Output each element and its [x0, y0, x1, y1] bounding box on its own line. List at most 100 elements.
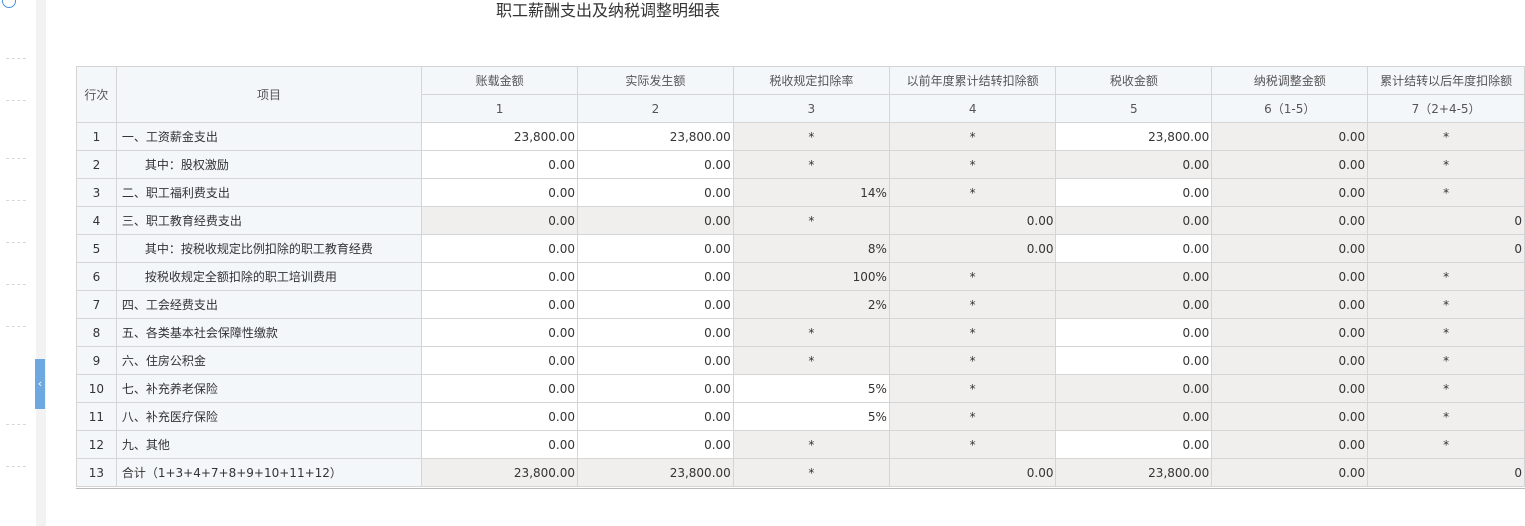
table-cell: * — [1367, 262, 1525, 291]
table-cell: 2% — [732, 290, 890, 319]
table-cell[interactable]: 0.00 — [421, 290, 578, 319]
table-cell[interactable]: 0.00 — [1055, 318, 1213, 347]
table-cell[interactable]: 23,800.00 — [421, 122, 578, 151]
row-number: 7 — [76, 290, 117, 319]
table-cell: * — [1367, 402, 1525, 431]
table-cell: 0.00 — [1055, 290, 1213, 319]
header-index: 7（2+4-5） — [1367, 94, 1525, 123]
row-number: 2 — [76, 150, 117, 179]
nav-icon[interactable] — [2, 0, 16, 8]
nav-separator — [6, 284, 26, 285]
table-cell[interactable]: 0.00 — [577, 402, 734, 431]
table-cell: 0.00 — [1211, 178, 1369, 207]
table-cell: 0.00 — [577, 206, 734, 235]
table-cell: 0 — [1367, 458, 1525, 487]
table-cell: * — [888, 122, 1057, 151]
table-cell[interactable]: 0.00 — [577, 430, 734, 459]
table-cell[interactable]: 5% — [732, 402, 890, 431]
row-number: 11 — [76, 402, 117, 431]
table-cell: 0.00 — [1211, 402, 1369, 431]
table-cell: * — [1367, 346, 1525, 375]
table-cell[interactable]: 0.00 — [1055, 178, 1213, 207]
table-cell: 0.00 — [1055, 374, 1213, 403]
table-cell[interactable]: 0.00 — [421, 150, 578, 179]
header-index: 3 — [732, 94, 890, 123]
table-cell[interactable]: 0.00 — [1055, 234, 1213, 263]
table-container[interactable]: 行次 项目 账载金额 实际发生额 税收规定扣除率 以前年度累计结转扣除额 税收金… — [76, 66, 1525, 489]
table-cell[interactable]: 0.00 — [421, 374, 578, 403]
table-cell: * — [1367, 430, 1525, 459]
table-cell: * — [888, 150, 1057, 179]
table-cell[interactable]: 0.00 — [421, 318, 578, 347]
table-cell[interactable]: 0.00 — [577, 150, 734, 179]
header-actual-amount: 实际发生额 — [577, 66, 734, 95]
table-cell[interactable]: 0.00 — [421, 178, 578, 207]
table-cell: * — [888, 346, 1057, 375]
table-cell[interactable]: 0.00 — [421, 234, 578, 263]
nav-separator — [6, 100, 26, 101]
table-cell[interactable]: 23,800.00 — [1055, 122, 1213, 151]
sidebar-border — [36, 0, 46, 526]
row-number: 9 — [76, 346, 117, 375]
table-cell[interactable]: 0.00 — [577, 234, 734, 263]
table-cell[interactable]: 0.00 — [421, 402, 578, 431]
table-cell: * — [732, 458, 890, 487]
collapse-sidebar-button[interactable]: ‹ — [35, 359, 45, 409]
table-cell[interactable]: 0.00 — [577, 374, 734, 403]
table-cell: 0 — [1367, 234, 1525, 263]
table-cell: 0.00 — [888, 206, 1057, 235]
table-row: 1 一、工资薪金支出 23,800.00 23,800.00 * * 23,800.00 0.… — [76, 122, 1525, 151]
table-cell: 23,800.00 — [577, 458, 734, 487]
table-cell: 0.00 — [1211, 318, 1369, 347]
row-item-label: 九、其他 — [115, 430, 423, 459]
table-cell[interactable]: 0.00 — [421, 346, 578, 375]
row-item-label: 五、各类基本社会保障性缴款 — [115, 318, 423, 347]
table-cell: 0.00 — [1211, 458, 1369, 487]
table-cell: * — [1367, 318, 1525, 347]
table-cell: 0.00 — [1211, 234, 1369, 263]
row-item-label: 三、职工教育经费支出 — [115, 206, 423, 235]
table-cell: 0.00 — [421, 206, 578, 235]
table-cell: 0.00 — [1211, 206, 1369, 235]
table-row: 12 九、其他 0.00 0.00 * * 0.00 0.00 * — [76, 430, 1525, 459]
table-cell[interactable]: 23,800.00 — [577, 122, 734, 151]
table-cell: * — [732, 346, 890, 375]
header-row-number: 行次 — [76, 66, 117, 123]
row-item-label: 合计（1+3+4+7+8+9+10+11+12） — [115, 458, 423, 487]
table-cell: * — [888, 402, 1057, 431]
table-cell[interactable]: 0.00 — [577, 318, 734, 347]
table-cell[interactable]: 0.00 — [577, 290, 734, 319]
table-row: 5 其中：按税收规定比例扣除的职工教育经费 0.00 0.00 8% 0.00 0.00 0.… — [76, 234, 1525, 263]
row-item-label: 八、补充医疗保险 — [115, 402, 423, 431]
table-cell: 0.00 — [888, 458, 1057, 487]
row-item-label: 七、补充养老保险 — [115, 374, 423, 403]
nav-separator — [6, 158, 26, 159]
table-cell: * — [732, 430, 890, 459]
table-cell[interactable]: 0.00 — [421, 430, 578, 459]
table-cell[interactable]: 0.00 — [577, 178, 734, 207]
table-cell: 0.00 — [888, 234, 1057, 263]
row-number: 13 — [76, 458, 117, 487]
table-cell: * — [888, 430, 1057, 459]
table-cell: 0.00 — [1055, 150, 1213, 179]
header-adjustment-amount: 纳税调整金额 — [1211, 66, 1369, 95]
header-item: 项目 — [115, 66, 423, 123]
table-cell: * — [1367, 150, 1525, 179]
row-item-label: 按税收规定全额扣除的职工培训费用 — [115, 262, 423, 291]
table-cell[interactable]: 0.00 — [421, 262, 578, 291]
table-cell[interactable]: 0.00 — [577, 262, 734, 291]
table-cell[interactable]: 0.00 — [1055, 346, 1213, 375]
table-cell: 0.00 — [1211, 262, 1369, 291]
table-cell: 0.00 — [1055, 206, 1213, 235]
table-row: 7 四、工会经费支出 0.00 0.00 2% * 0.00 0.00 * — [76, 290, 1525, 319]
row-number: 10 — [76, 374, 117, 403]
table-cell: 0.00 — [1211, 346, 1369, 375]
table-cell[interactable]: 0.00 — [1055, 430, 1213, 459]
table-cell[interactable]: 0.00 — [577, 346, 734, 375]
header-index: 2 — [577, 94, 734, 123]
chevron-left-icon: ‹ — [37, 377, 43, 390]
row-item-label: 六、住房公积金 — [115, 346, 423, 375]
table-cell[interactable]: 5% — [732, 374, 890, 403]
nav-separator — [6, 58, 26, 59]
table-cell: * — [732, 206, 890, 235]
